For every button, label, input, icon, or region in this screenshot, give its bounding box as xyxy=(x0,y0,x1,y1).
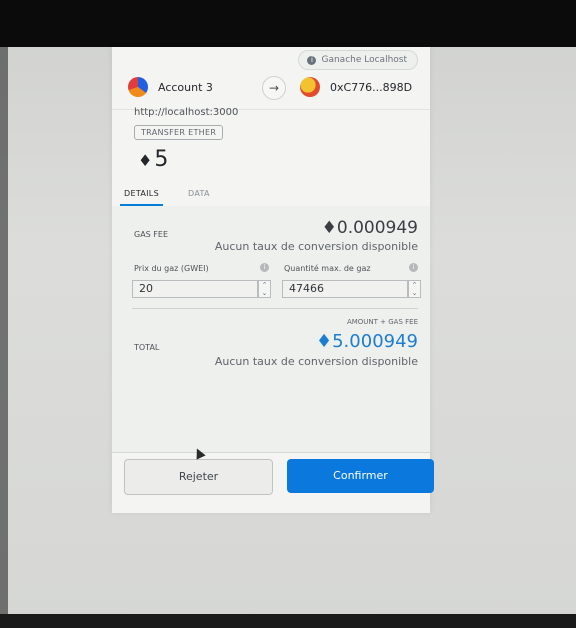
tab-bar: DETAILS DATA xyxy=(112,185,430,207)
method-badge: TRANSFER ETHER xyxy=(134,125,224,140)
wallet-confirm-popup: i Ganache Localhost Account 3 → 0xC776..… xyxy=(112,47,430,512)
gas-fee-amount: 0.000949 xyxy=(336,218,418,238)
amount-value: 5 xyxy=(154,147,169,172)
total-value: ♦5.000949 xyxy=(316,331,418,352)
from-account-name: Account 3 xyxy=(158,80,213,94)
divider xyxy=(132,308,418,309)
reject-button[interactable]: Rejeter xyxy=(124,459,273,495)
request-origin: http://localhost:3000 xyxy=(134,107,239,118)
account-bar: Account 3 → 0xC776...898D xyxy=(112,67,430,110)
gas-price-label: Prix du gaz (GWEI) xyxy=(134,264,209,273)
amount-plus-gas-label: AMOUNT + GAS FEE xyxy=(346,318,418,326)
network-label: Ganache Localhost xyxy=(321,55,407,65)
gas-price-input[interactable]: 20 xyxy=(132,280,258,298)
screen-bezel-top xyxy=(0,0,576,47)
gas-no-conversion: Aucun taux de conversion disponible xyxy=(214,240,418,253)
transaction-amount: ♦5 xyxy=(138,147,168,172)
eth-icon: ♦ xyxy=(138,151,153,170)
tab-details[interactable]: DETAILS xyxy=(120,189,163,206)
eth-icon: ♦ xyxy=(315,331,333,352)
to-account-address: 0xC776...898D xyxy=(330,80,413,94)
gas-fee-label: GAS FEE xyxy=(134,230,169,239)
screen-bezel-left xyxy=(0,47,8,614)
recipient-avatar-icon xyxy=(300,77,320,97)
action-footer: Rejeter Confirmer xyxy=(112,452,434,513)
arrow-right-icon: → xyxy=(262,76,286,100)
tab-data[interactable]: DATA xyxy=(188,189,210,198)
eth-icon: ♦ xyxy=(321,218,337,238)
info-icon[interactable]: i xyxy=(260,263,269,272)
account-avatar-icon xyxy=(128,77,148,97)
gas-limit-input[interactable]: 47466 xyxy=(282,280,408,298)
confirm-button[interactable]: Confirmer xyxy=(287,459,434,493)
screen-bezel-bottom xyxy=(0,614,576,628)
total-amount: 5.000949 xyxy=(332,331,418,352)
total-no-conversion: Aucun taux de conversion disponible xyxy=(214,355,418,368)
total-label: TOTAL xyxy=(134,343,160,352)
info-icon: i xyxy=(307,55,317,65)
gas-limit-stepper[interactable]: ⌃ ⌄ xyxy=(408,280,421,298)
from-account[interactable]: Account 3 xyxy=(128,77,213,97)
to-account[interactable]: 0xC776...898D xyxy=(300,77,412,97)
gas-price-stepper[interactable]: ⌃ ⌄ xyxy=(258,280,271,298)
gas-fee-value: ♦0.000949 xyxy=(322,218,418,238)
gas-limit-label: Quantité max. de gaz xyxy=(284,264,371,273)
info-icon[interactable]: i xyxy=(409,263,418,272)
